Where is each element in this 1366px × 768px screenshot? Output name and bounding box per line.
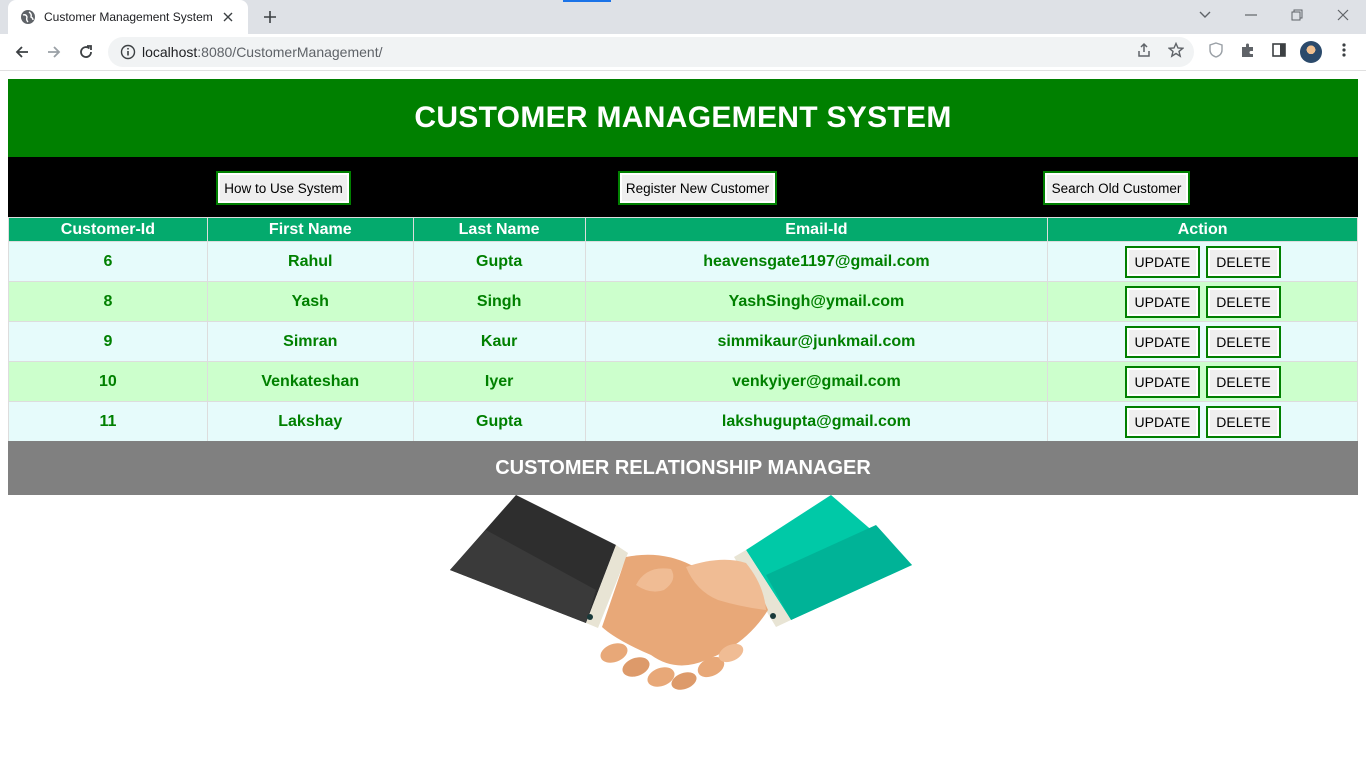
side-panel-icon[interactable] [1268,39,1290,61]
delete-label: DELETE [1207,326,1280,357]
update-label: UPDATE [1125,326,1200,357]
bookmark-star-icon[interactable] [1165,39,1187,61]
header-last-name: Last Name [412,217,586,242]
footer-banner: CUSTOMER RELATIONSHIP MANAGER [8,441,1358,495]
cell-last-name: Singh [412,281,586,322]
cell-customer-id: 10 [8,361,208,402]
header-first-name: First Name [206,217,414,242]
cell-customer-id: 8 [8,281,208,322]
header-banner: CUSTOMER MANAGEMENT SYSTEM [8,79,1358,157]
cell-last-name: Kaur [412,321,586,362]
cell-email: heavensgate1197@gmail.com [584,241,1049,282]
shield-extension-icon[interactable] [1205,39,1227,61]
table-row: 6 Rahul Gupta heavensgate1197@gmail.com … [8,241,1358,282]
minimize-icon[interactable] [1228,0,1274,30]
cell-first-name: Yash [206,281,414,322]
browser-tabstrip: Customer Management System [0,0,1366,34]
cell-action: UPDATE DELETE [1047,321,1358,362]
cell-first-name: Lakshay [206,401,414,442]
cell-last-name: Iyer [412,361,586,402]
update-button[interactable]: UPDATE [1124,325,1201,358]
cell-action: UPDATE DELETE [1047,241,1358,282]
search-customer-button[interactable]: Search Old Customer [1043,171,1190,205]
cell-email: venkyiyer@gmail.com [584,361,1049,402]
delete-button[interactable]: DELETE [1206,405,1281,438]
cell-action: UPDATE DELETE [1047,281,1358,322]
cell-email: YashSingh@ymail.com [584,281,1049,322]
update-button[interactable]: UPDATE [1124,285,1201,318]
table-row: 9 Simran Kaur simmikaur@junkmail.com UPD… [8,321,1358,362]
tab-loading-indicator [563,0,611,2]
update-label: UPDATE [1125,406,1200,437]
delete-button[interactable]: DELETE [1206,365,1281,398]
register-customer-label: Register New Customer [619,172,776,204]
cell-email: lakshugupta@gmail.com [584,401,1049,442]
how-to-use-button[interactable]: How to Use System [216,171,351,205]
update-label: UPDATE [1125,246,1200,277]
browser-toolbar: localhost:8080/CustomerManagement/ [0,34,1366,70]
cell-action: UPDATE DELETE [1047,361,1358,402]
header-action: Action [1047,217,1358,242]
update-button[interactable]: UPDATE [1124,365,1201,398]
delete-button[interactable]: DELETE [1206,245,1281,278]
globe-icon [20,9,36,25]
page-content: CUSTOMER MANAGEMENT SYSTEM How to Use Sy… [0,71,1366,768]
page-scrollbar[interactable] [1358,71,1366,768]
back-arrow-icon[interactable] [8,38,36,66]
customer-table: Customer-Id First Name Last Name Email-I… [8,217,1358,442]
browser-tab[interactable]: Customer Management System [8,0,248,34]
restore-icon[interactable] [1274,0,1320,30]
profile-avatar[interactable] [1300,41,1322,63]
register-customer-button[interactable]: Register New Customer [618,171,777,205]
cell-first-name: Venkateshan [206,361,414,402]
header-email-id: Email-Id [584,217,1049,242]
delete-label: DELETE [1207,366,1280,397]
extensions-puzzle-icon[interactable] [1237,39,1259,61]
tab-search-chevron-icon[interactable] [1182,0,1228,30]
update-label: UPDATE [1125,366,1200,397]
forward-arrow-icon[interactable] [40,38,68,66]
nav-bar: How to Use System Register New Customer … [8,157,1358,217]
update-label: UPDATE [1125,286,1200,317]
share-icon[interactable] [1133,39,1155,61]
footer-title: CUSTOMER RELATIONSHIP MANAGER [495,456,871,479]
delete-label: DELETE [1207,246,1280,277]
update-button[interactable]: UPDATE [1124,405,1201,438]
cell-first-name: Rahul [206,241,414,282]
reload-icon[interactable] [72,38,100,66]
close-tab-icon[interactable] [220,9,236,25]
cell-customer-id: 9 [8,321,208,362]
url-host: localhost [142,44,198,60]
search-customer-label: Search Old Customer [1044,172,1189,204]
handshake-illustration [446,495,916,690]
table-row: 10 Venkateshan Iyer venkyiyer@gmail.com … [8,361,1358,402]
kebab-menu-icon[interactable] [1333,39,1355,61]
site-info-icon[interactable] [120,44,136,60]
delete-label: DELETE [1207,286,1280,317]
cell-last-name: Gupta [412,401,586,442]
tab-title: Customer Management System [44,10,213,24]
table-row: 8 Yash Singh YashSingh@ymail.com UPDATE D… [8,281,1358,322]
how-to-use-label: How to Use System [217,172,350,204]
header-customer-id: Customer-Id [8,217,208,242]
cell-first-name: Simran [206,321,414,362]
new-tab-icon[interactable] [258,6,282,28]
url-text: localhost:8080/CustomerManagement/ [142,44,382,60]
table-row: 11 Lakshay Gupta lakshugupta@gmail.com U… [8,401,1358,442]
delete-button[interactable]: DELETE [1206,285,1281,318]
table-header-row: Customer-Id First Name Last Name Email-I… [8,217,1358,242]
delete-label: DELETE [1207,406,1280,437]
cell-action: UPDATE DELETE [1047,401,1358,442]
page-title: CUSTOMER MANAGEMENT SYSTEM [414,101,952,134]
cell-last-name: Gupta [412,241,586,282]
close-window-icon[interactable] [1320,0,1366,30]
cell-email: simmikaur@junkmail.com [584,321,1049,362]
cell-customer-id: 6 [8,241,208,282]
cell-customer-id: 11 [8,401,208,442]
address-bar[interactable]: localhost:8080/CustomerManagement/ [108,37,1194,67]
url-path: :8080/CustomerManagement/ [197,44,383,60]
delete-button[interactable]: DELETE [1206,325,1281,358]
update-button[interactable]: UPDATE [1124,245,1201,278]
